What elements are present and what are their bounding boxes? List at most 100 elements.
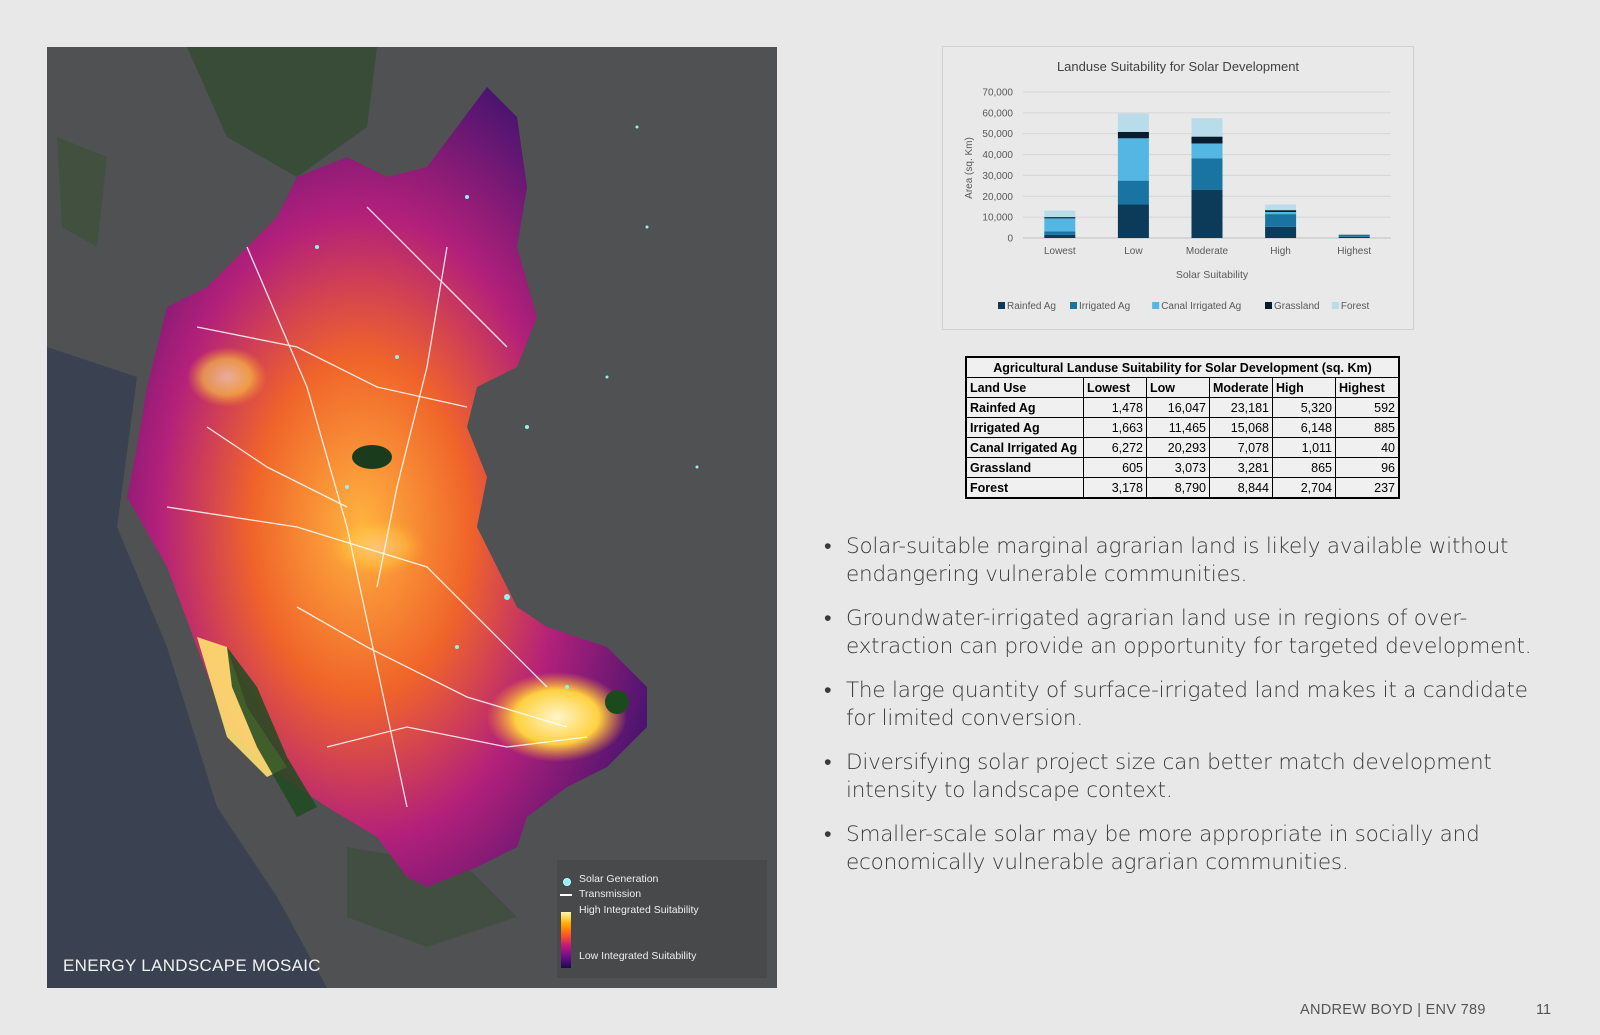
legend-swatch (1265, 302, 1272, 309)
table-cell: 96 (1335, 457, 1400, 478)
findings-list: • Solar-suitable marginal agrarian land i… (822, 533, 1562, 893)
table-cell: 3,281 (1209, 457, 1273, 478)
y-tick-label: 70,000 (982, 88, 1013, 99)
list-item: • Solar-suitable marginal agrarian land i… (824, 534, 1509, 587)
x-tick-label: Low (1124, 246, 1143, 257)
table-header: Lowest (1083, 377, 1147, 398)
legend-label: Forest (1341, 301, 1370, 312)
table-cell: 20,293 (1146, 437, 1210, 458)
bar-segment (1044, 231, 1076, 235)
row-label: Canal Irrigated Ag (965, 437, 1084, 458)
x-tick-label: High (1270, 246, 1291, 257)
bullet-text: Groundwater-irrigated agrarian land use … (846, 606, 1532, 659)
y-tick-label: 30,000 (982, 171, 1013, 182)
list-item: • Diversifying solar project size can bet… (824, 750, 1492, 803)
legend-high-label: High Integrated Suitability (579, 904, 699, 916)
bar-segment (1265, 211, 1297, 215)
bar-segment (1117, 180, 1149, 205)
map-graphic (47, 47, 699, 988)
table-cell: 865 (1272, 457, 1336, 478)
table-cell: 1,663 (1083, 417, 1147, 438)
bar-segment (1117, 113, 1149, 132)
row-label: Rainfed Ag (965, 397, 1084, 418)
bar-segment (1265, 226, 1297, 238)
table-cell: 1,478 (1083, 397, 1147, 418)
chart-canvas: Landuse Suitability for Solar Developmen… (964, 59, 1391, 312)
bar-segment (1191, 136, 1223, 144)
bar-segment (1338, 234, 1370, 237)
transmission-line-marker (560, 894, 572, 896)
suitability-chart: Landuse Suitability for Solar Developmen… (942, 46, 1414, 330)
table-header: Moderate (1209, 377, 1273, 398)
footer-author: ANDREW BOYD | ENV 789 (1300, 1002, 1486, 1018)
map-title: ENERGY LANDSCAPE MOSAIC (63, 956, 321, 975)
legend-label: Irrigated Ag (1079, 301, 1130, 312)
bar-segment (1191, 118, 1223, 137)
table-header-row: Land Use Lowest Low Moderate High Highes… (965, 377, 1400, 398)
suitability-gradient (561, 912, 571, 968)
y-tick-label: 10,000 (982, 213, 1013, 224)
table-cell: 8,844 (1209, 477, 1273, 499)
x-tick-label: Highest (1337, 246, 1371, 257)
legend-solar-label: Solar Generation (579, 873, 659, 885)
legend-transmission-label: Transmission (579, 888, 642, 900)
chart-title: Landuse Suitability for Solar Developmen… (1057, 59, 1299, 74)
y-tick-label: 50,000 (982, 129, 1013, 140)
legend-swatch (998, 302, 1005, 309)
row-label: Grassland (965, 457, 1084, 478)
y-tick-label: 40,000 (982, 150, 1013, 161)
y-axis-label: Area (sq. Km) (964, 137, 975, 199)
table-header: Land Use (965, 377, 1084, 398)
table-cell: 23,181 (1209, 397, 1273, 418)
table-cell: 5,320 (1272, 397, 1336, 418)
table-cell: 40 (1335, 437, 1400, 458)
solar-generation-marker (563, 878, 571, 886)
table-cell: 11,465 (1146, 417, 1210, 438)
legend-label: Canal Irrigated Ag (1161, 301, 1241, 312)
table-header: Highest (1335, 377, 1400, 398)
table-cell: 2,704 (1272, 477, 1336, 499)
x-axis-label: Solar Suitability (1176, 269, 1249, 281)
energy-landscape-map: Solar Generation Transmission High Integ… (47, 47, 777, 988)
bar-segment (1044, 217, 1076, 219)
legend-low-label: Low Integrated Suitability (579, 950, 697, 962)
table-title: Agricultural Landuse Suitability for Sol… (965, 356, 1400, 378)
legend-swatch (1331, 302, 1339, 309)
legend-swatch (1152, 302, 1160, 309)
landuse-table: Agricultural Landuse Suitability for Sol… (965, 356, 1400, 499)
y-tick-label: 60,000 (982, 108, 1013, 119)
table-cell: 15,068 (1209, 417, 1273, 438)
table-header: High (1272, 377, 1336, 398)
list-item: • The large quantity of surface-irrigated… (824, 678, 1528, 731)
page-number: 11 (1536, 1002, 1552, 1018)
table-header: Low (1146, 377, 1210, 398)
table-cell: 7,078 (1209, 437, 1273, 458)
bar-segment (1117, 138, 1149, 181)
table-cell: 885 (1335, 417, 1400, 438)
bullet-text: Diversifying solar project size can bett… (846, 750, 1492, 803)
table-cell: 237 (1335, 477, 1400, 499)
bullet-text: Smaller-scale solar may be more appropri… (846, 822, 1480, 875)
y-tick-label: 0 (1007, 234, 1013, 245)
table-row: Canal Irrigated Ag 6,272 20,293 7,078 1,… (965, 437, 1400, 458)
bar-segment (1191, 189, 1223, 238)
map-legend: Solar Generation Transmission High Integ… (557, 860, 767, 978)
list-item: • Smaller-scale solar may be more appropr… (824, 822, 1480, 875)
y-tick-label: 20,000 (982, 192, 1013, 203)
table-row: Forest 3,178 8,790 8,844 2,704 237 (965, 477, 1400, 499)
table-cell: 1,011 (1272, 437, 1336, 458)
table-cell: 605 (1083, 457, 1147, 478)
bar-segment (1117, 131, 1149, 139)
x-tick-label: Lowest (1044, 246, 1076, 257)
bar-segment (1265, 204, 1297, 211)
table-cell: 3,178 (1083, 477, 1147, 499)
table-cell: 3,073 (1146, 457, 1210, 478)
list-item: • Groundwater-irrigated agrarian land use… (824, 606, 1532, 659)
bar-segment (1044, 234, 1076, 238)
table-cell: 592 (1335, 397, 1400, 418)
bar-segment (1191, 158, 1223, 190)
table-cell: 16,047 (1146, 397, 1210, 418)
row-label: Forest (965, 477, 1084, 499)
legend-swatch (1070, 302, 1077, 309)
bullet-text: Solar-suitable marginal agrarian land is… (846, 534, 1509, 587)
